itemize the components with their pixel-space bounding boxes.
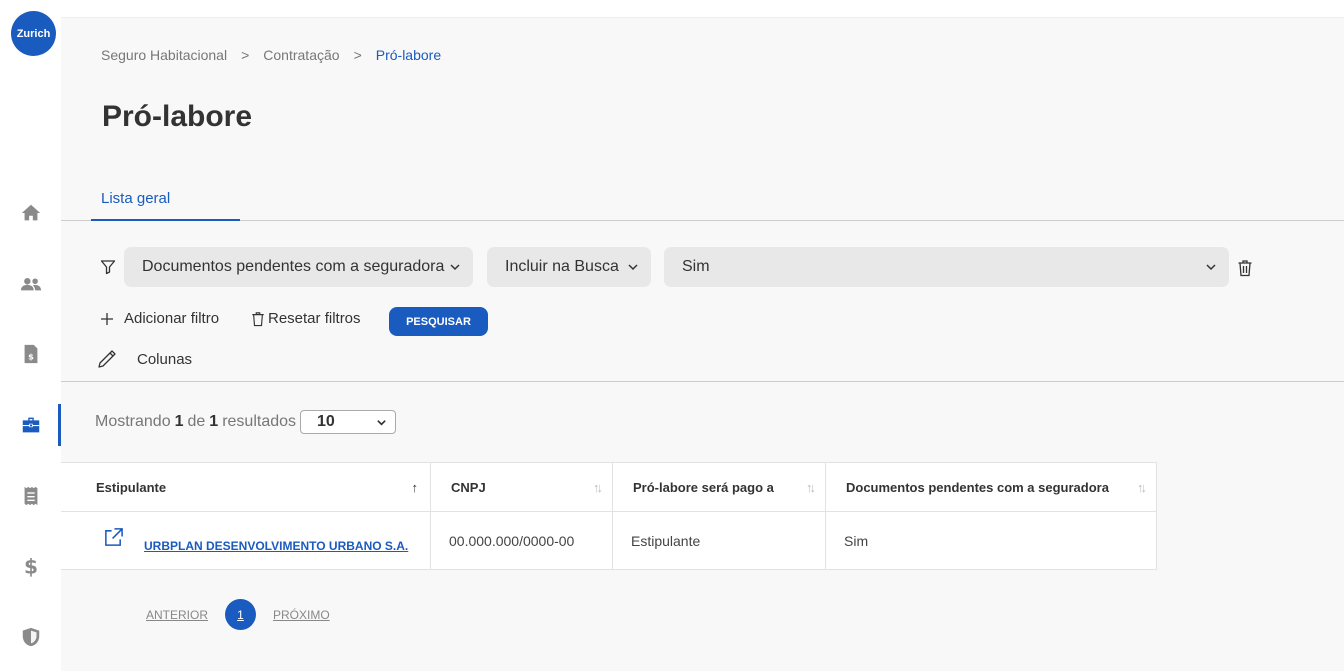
add-filter-button[interactable]: Adicionar filtro bbox=[100, 310, 219, 327]
zurich-logo[interactable]: Zurich bbox=[11, 11, 56, 56]
svg-text:$: $ bbox=[23, 555, 37, 577]
results-prefix: Mostrando bbox=[95, 413, 171, 430]
pagination-page-current[interactable]: 1 bbox=[225, 599, 257, 630]
cell-pago-a: Estipulante bbox=[613, 512, 826, 569]
column-header-label: Pró-labore será pago a bbox=[633, 479, 774, 495]
results-of: de bbox=[187, 413, 206, 430]
breadcrumb-item-seguro[interactable]: Seguro Habitacional bbox=[101, 47, 227, 63]
column-header-pago-a[interactable]: Pró-labore será pago a ↑↓ bbox=[613, 463, 826, 512]
filter-operator-value: Incluir na Busca bbox=[505, 258, 619, 275]
sidebar-item-briefcase[interactable] bbox=[0, 404, 61, 446]
columns-button[interactable]: Colunas bbox=[96, 348, 192, 370]
sidebar-item-dollar[interactable]: $ bbox=[0, 545, 61, 587]
sort-asc-icon: ↑ bbox=[411, 479, 419, 495]
breadcrumb: Seguro Habitacional > Contratação > Pró-… bbox=[101, 47, 441, 63]
pencil-icon bbox=[98, 350, 116, 368]
receipt-icon bbox=[24, 486, 37, 506]
search-button[interactable]: PESQUISAR bbox=[389, 307, 488, 336]
chevron-down-icon bbox=[450, 264, 460, 271]
shield-icon bbox=[22, 627, 39, 647]
column-header-estipulante[interactable]: Estipulante ↑ bbox=[61, 463, 431, 512]
chevron-down-icon bbox=[377, 419, 386, 426]
results-total: 1 bbox=[209, 413, 219, 430]
filter-value-select[interactable]: Sim bbox=[664, 247, 1229, 287]
page-size-value: 10 bbox=[317, 413, 335, 430]
sort-icon: ↑↓ bbox=[593, 479, 603, 495]
plus-icon bbox=[101, 312, 113, 325]
filter-field-select[interactable]: Documentos pendentes com a seguradora bbox=[124, 247, 473, 287]
sidebar-item-invoice[interactable]: $ bbox=[0, 333, 61, 375]
tab-lista-geral[interactable]: Lista geral bbox=[91, 184, 240, 221]
pagination: ANTERIOR 1 PRÓXIMO bbox=[146, 599, 330, 630]
column-header-cnpj[interactable]: CNPJ ↑↓ bbox=[431, 463, 613, 512]
filter-field-value: Documentos pendentes com a seguradora bbox=[142, 258, 445, 275]
top-bar bbox=[61, 0, 1344, 18]
breadcrumb-separator: > bbox=[353, 47, 362, 63]
column-header-docs-pendentes[interactable]: Documentos pendentes com a seguradora ↑↓ bbox=[826, 463, 1156, 512]
pagination-prev[interactable]: ANTERIOR bbox=[146, 608, 208, 622]
column-header-label: Documentos pendentes com a seguradora bbox=[846, 479, 1109, 495]
svg-text:$: $ bbox=[28, 352, 34, 362]
sidebar: Zurich $ $ bbox=[0, 0, 61, 671]
sidebar-item-shield[interactable] bbox=[0, 616, 61, 658]
invoice-icon: $ bbox=[24, 344, 37, 364]
page-size-select[interactable]: 10 bbox=[300, 410, 397, 434]
chevron-down-icon bbox=[1206, 264, 1216, 271]
filter-icon bbox=[100, 260, 116, 275]
table-header-row: Estipulante ↑ CNPJ ↑↓ Pró-labore será pa… bbox=[61, 463, 1156, 512]
reset-filters-button[interactable]: Resetar filtros bbox=[251, 310, 361, 327]
cell-docs-pendentes: Sim bbox=[844, 532, 869, 549]
results-summary: Mostrando 1 de 1 resultados 10 bbox=[95, 410, 397, 434]
external-link-icon[interactable] bbox=[103, 527, 124, 548]
reset-filters-label: Resetar filtros bbox=[268, 310, 361, 327]
filter-operator-select[interactable]: Incluir na Busca bbox=[487, 247, 651, 287]
sort-icon: ↑↓ bbox=[806, 479, 816, 495]
chevron-down-icon bbox=[628, 264, 638, 271]
results-shown: 1 bbox=[174, 413, 184, 430]
results-suffix: resultados bbox=[222, 413, 297, 430]
results-table: Estipulante ↑ CNPJ ↑↓ Pró-labore será pa… bbox=[61, 462, 1157, 570]
tab-bar: Lista geral bbox=[61, 184, 1344, 221]
delete-filter-trash-icon[interactable] bbox=[1237, 259, 1253, 277]
breadcrumb-separator: > bbox=[241, 47, 250, 63]
sidebar-item-receipt[interactable] bbox=[0, 475, 61, 517]
sidebar-item-users[interactable] bbox=[0, 263, 61, 305]
add-filter-label: Adicionar filtro bbox=[124, 310, 220, 327]
trash-icon bbox=[252, 311, 264, 326]
page-title: Pró-labore bbox=[102, 100, 253, 133]
estipulante-link[interactable]: URBPLAN DESENVOLVIMENTO URBANO S.A. bbox=[144, 539, 408, 553]
column-header-label: Estipulante bbox=[96, 479, 167, 495]
breadcrumb-item-contratacao[interactable]: Contratação bbox=[263, 47, 339, 63]
dollar-icon: $ bbox=[23, 555, 37, 577]
divider bbox=[61, 381, 1344, 382]
sort-icon: ↑↓ bbox=[1137, 479, 1147, 495]
breadcrumb-item-current: Pró-labore bbox=[375, 47, 442, 63]
cell-cnpj: 00.000.000/0000-00 bbox=[431, 512, 613, 569]
columns-label: Colunas bbox=[137, 350, 193, 368]
briefcase-icon bbox=[22, 417, 39, 433]
filter-value-value: Sim bbox=[682, 258, 710, 275]
pagination-next[interactable]: PRÓXIMO bbox=[273, 608, 330, 622]
sidebar-item-home[interactable] bbox=[0, 192, 61, 234]
home-icon bbox=[21, 204, 40, 221]
cell-estipulante: URBPLAN DESENVOLVIMENTO URBANO S.A. bbox=[61, 512, 431, 569]
table-row: URBPLAN DESENVOLVIMENTO URBANO S.A. 00.0… bbox=[61, 512, 1156, 569]
users-icon bbox=[20, 278, 41, 291]
column-header-label: CNPJ bbox=[451, 479, 486, 495]
